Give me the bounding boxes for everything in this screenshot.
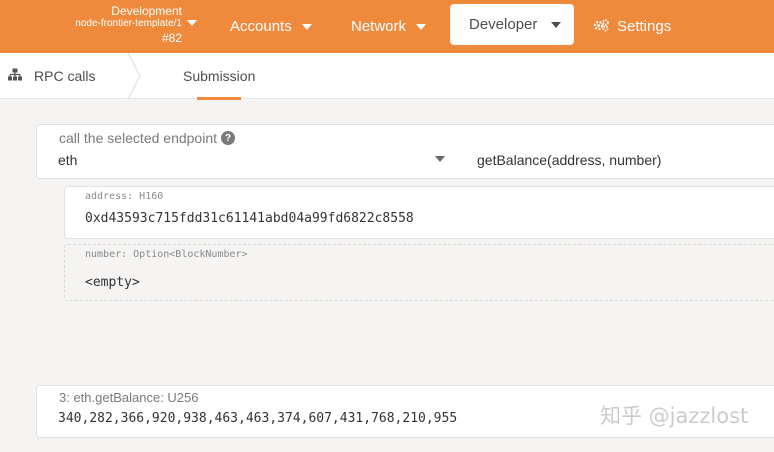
result-label: 3: eth.getBalance: U256 xyxy=(59,390,199,405)
nav-developer[interactable]: Developer xyxy=(450,4,574,45)
number-param-label: number: Option<BlockNumber> xyxy=(85,249,248,260)
endpoint-selector: call the selected endpoint ? eth getBala… xyxy=(36,124,774,179)
gear-icon xyxy=(593,18,610,36)
nav-settings[interactable]: Settings xyxy=(593,0,671,53)
nav-developer-label: Developer xyxy=(469,16,538,33)
nav-settings-label: Settings xyxy=(617,18,672,35)
address-param-label: address: H160 xyxy=(85,191,164,202)
number-param: number: Option<BlockNumber> <empty> xyxy=(64,244,774,301)
chevron-down-icon[interactable] xyxy=(435,156,445,162)
sitemap-icon xyxy=(8,68,22,84)
nav-network-label: Network xyxy=(351,18,407,35)
result-value: 340,282,366,920,938,463,463,374,607,431,… xyxy=(58,411,458,426)
chain-selector[interactable]: Development node-frontier-template/1 #82 xyxy=(0,0,200,53)
tab-rpc-calls[interactable]: RPC calls xyxy=(8,53,95,99)
chevron-down-icon xyxy=(551,21,562,28)
section-dropdown[interactable]: eth xyxy=(58,152,77,168)
sub-tab-bar: RPC calls Submission xyxy=(0,53,774,100)
tab-submission[interactable]: Submission xyxy=(183,53,255,99)
chevron-down-icon xyxy=(416,23,427,30)
endpoint-label: call the selected endpoint ? xyxy=(59,130,235,146)
chevron-down-icon xyxy=(187,20,197,26)
number-input[interactable]: <empty> xyxy=(85,275,140,290)
watermark: 知乎 @jazzlost xyxy=(600,404,749,428)
method-dropdown[interactable]: getBalance(address, number) xyxy=(477,152,661,168)
active-tab-indicator xyxy=(197,97,241,100)
nav-network[interactable]: Network xyxy=(351,0,427,53)
endpoint-label-text: call the selected endpoint xyxy=(59,130,217,146)
address-input[interactable]: 0xd43593c715fdd31c61141abd04a99fd6822c85… xyxy=(85,211,414,226)
tab-submission-label: Submission xyxy=(183,68,256,84)
block-number: #82 xyxy=(161,31,182,45)
breadcrumb-separator xyxy=(127,53,141,99)
chain-name: Development xyxy=(111,4,182,18)
top-navigation-bar: Development node-frontier-template/1 #82… xyxy=(0,0,774,53)
help-icon[interactable]: ? xyxy=(221,131,235,145)
tab-rpc-calls-label: RPC calls xyxy=(34,68,96,84)
node-name: node-frontier-template/1 xyxy=(75,18,182,29)
nav-accounts[interactable]: Accounts xyxy=(230,0,312,53)
chevron-down-icon xyxy=(301,23,312,30)
address-param: address: H160 0xd43593c715fdd31c61141abd… xyxy=(64,186,774,239)
nav-accounts-label: Accounts xyxy=(230,18,292,35)
